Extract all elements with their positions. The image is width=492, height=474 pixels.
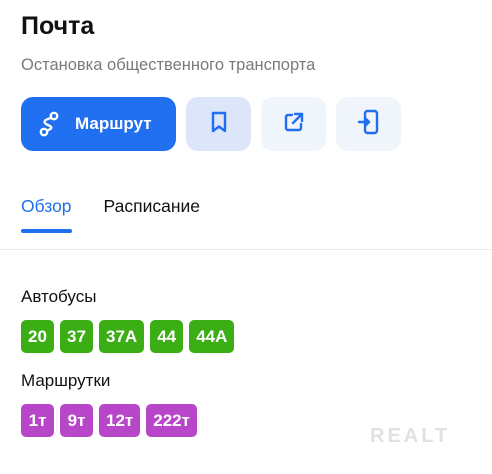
route-icon xyxy=(35,110,63,138)
bookmark-button[interactable] xyxy=(186,97,251,151)
share-icon xyxy=(282,110,306,139)
tab-schedule[interactable]: Расписание xyxy=(104,194,200,230)
bus-route-list: 20 37 37А 44 44А xyxy=(21,320,235,353)
tab-overview[interactable]: Обзор xyxy=(21,194,72,233)
divider xyxy=(0,249,492,250)
minibus-route-chip[interactable]: 12т xyxy=(99,404,141,437)
watermark: REALT xyxy=(370,425,451,447)
tab-bar: Обзор Расписание xyxy=(21,194,200,233)
route-button[interactable]: Маршрут xyxy=(21,97,176,151)
minibus-route-chip[interactable]: 1т xyxy=(21,404,54,437)
bus-route-chip[interactable]: 20 xyxy=(21,320,54,353)
stop-card: Почта Остановка общественного транспорта… xyxy=(0,0,492,474)
action-bar: Маршрут xyxy=(21,97,401,151)
bus-route-chip[interactable]: 37 xyxy=(60,320,93,353)
bus-route-chip[interactable]: 44 xyxy=(150,320,184,353)
bookmark-icon xyxy=(208,110,230,139)
page-title: Почта xyxy=(21,12,95,40)
send-to-phone-button[interactable] xyxy=(336,97,401,151)
minibus-route-chip[interactable]: 222т xyxy=(146,404,197,437)
minibuses-label: Маршрутки xyxy=(21,371,111,390)
minibus-route-chip[interactable]: 9т xyxy=(60,404,93,437)
route-button-label: Маршрут xyxy=(75,114,152,133)
bus-route-chip[interactable]: 44А xyxy=(189,320,235,353)
send-to-phone-icon xyxy=(357,108,381,141)
buses-label: Автобусы xyxy=(21,287,97,306)
minibus-route-list: 1т 9т 12т 222т xyxy=(21,404,197,437)
bus-route-chip[interactable]: 37А xyxy=(99,320,145,353)
page-subtitle: Остановка общественного транспорта xyxy=(21,56,316,74)
share-button[interactable] xyxy=(261,97,326,151)
